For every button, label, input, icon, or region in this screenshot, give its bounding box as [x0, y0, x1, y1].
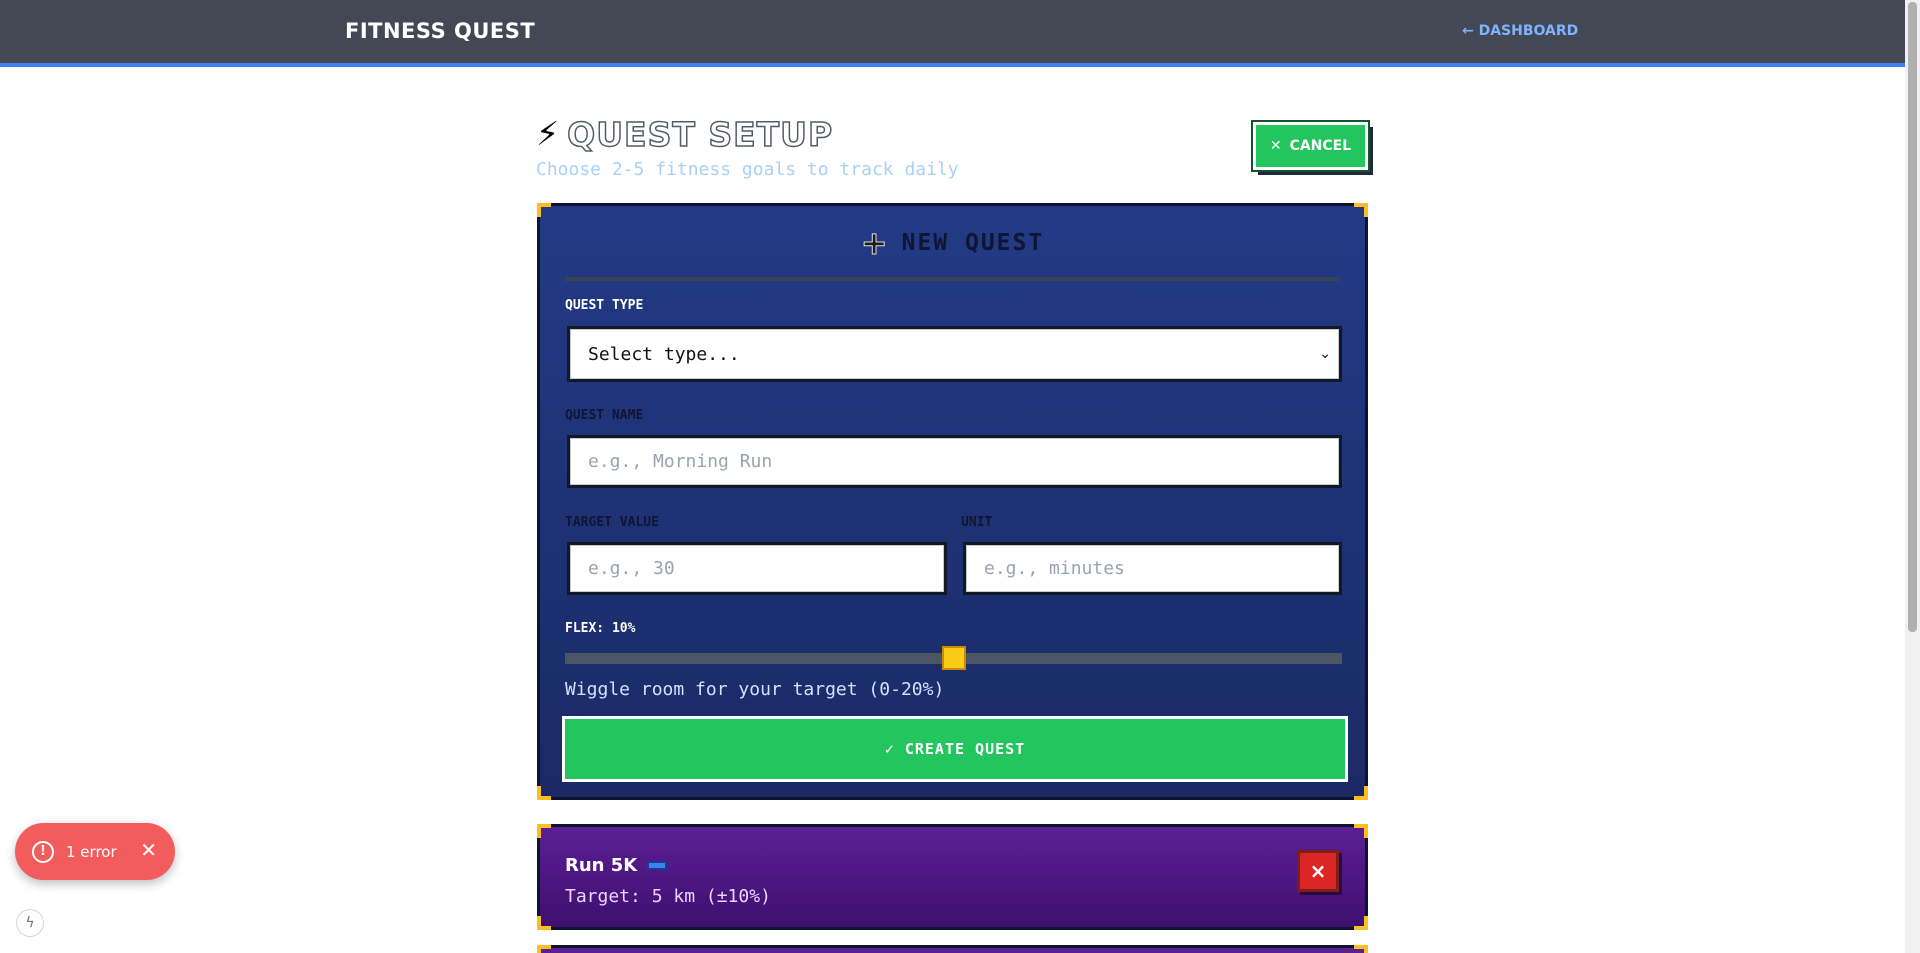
- quest-name-label: QUEST NAME: [565, 408, 644, 423]
- scrollbar-thumb[interactable]: [1908, 2, 1917, 632]
- corner-decoration: [537, 824, 551, 838]
- quest-card: Run 5K Target: 5 km (±10%) ×: [537, 824, 1368, 930]
- target-value-input[interactable]: e.g., 30: [567, 542, 947, 595]
- unit-input[interactable]: e.g., minutes: [963, 542, 1342, 595]
- chevron-down-icon: ⌄: [1319, 346, 1331, 362]
- quest-type-value: Select type...: [588, 343, 740, 365]
- corner-decoration: [537, 203, 551, 217]
- corner-decoration: [1354, 786, 1368, 800]
- top-navbar: FITNESS QUEST ← DASHBOARD: [0, 0, 1905, 67]
- create-quest-button[interactable]: ✓ CREATE QUEST: [562, 716, 1348, 782]
- corner-decoration: [1354, 916, 1368, 930]
- corner-decoration: [537, 945, 551, 953]
- divider: [565, 277, 1340, 281]
- corner-decoration: [1354, 824, 1368, 838]
- flex-label: FLEX: 10%: [565, 621, 636, 636]
- quest-type-badge: [647, 861, 668, 870]
- panel-heading: + NEW QUEST: [540, 224, 1365, 262]
- corner-decoration: [1354, 945, 1368, 953]
- flex-hint: Wiggle room for your target (0-20%): [565, 679, 945, 700]
- quest-name: Run 5K: [565, 855, 668, 876]
- create-quest-label: ✓ CREATE QUEST: [884, 740, 1026, 758]
- delete-quest-button[interactable]: ×: [1297, 850, 1339, 892]
- page-title-text: QUEST SETUP: [566, 114, 834, 155]
- corner-decoration: [1354, 203, 1368, 217]
- error-toast[interactable]: ! 1 error ✕: [15, 823, 175, 880]
- cancel-button-label: CANCEL: [1289, 138, 1352, 154]
- corner-decoration: [537, 786, 551, 800]
- error-icon: !: [32, 840, 54, 863]
- target-value-label: TARGET VALUE: [565, 515, 659, 530]
- devtools-button[interactable]: ϟ: [16, 909, 44, 937]
- scrollbar[interactable]: [1905, 0, 1920, 953]
- quest-type-label: QUEST TYPE: [565, 298, 644, 313]
- page-subtitle: Choose 2-5 fitness goals to track daily: [536, 159, 959, 180]
- close-icon[interactable]: ✕: [140, 838, 157, 862]
- lightning-icon: ϟ: [25, 915, 35, 931]
- cancel-button[interactable]: ✕ CANCEL: [1251, 120, 1370, 172]
- lightning-icon: ⚡: [536, 114, 560, 153]
- unit-label: UNIT: [961, 515, 993, 530]
- quest-name-text: Run 5K: [565, 855, 638, 876]
- flex-slider-thumb[interactable]: [941, 646, 966, 670]
- page-title: ⚡ QUEST SETUP: [536, 114, 834, 155]
- quest-card: [537, 945, 1368, 953]
- quest-type-select[interactable]: Select type... ⌄: [567, 326, 1342, 382]
- new-quest-panel: + NEW QUEST QUEST TYPE Select type... ⌄ …: [537, 203, 1368, 800]
- close-icon: ✕: [1269, 138, 1282, 154]
- error-toast-text: 1 error: [66, 842, 117, 861]
- plus-icon: +: [860, 224, 890, 262]
- unit-placeholder: e.g., minutes: [984, 558, 1125, 579]
- corner-decoration: [537, 916, 551, 930]
- quest-name-placeholder: e.g., Morning Run: [588, 451, 773, 472]
- quest-target: Target: 5 km (±10%): [565, 886, 771, 907]
- quest-name-input[interactable]: e.g., Morning Run: [567, 435, 1342, 488]
- dashboard-link[interactable]: ← DASHBOARD: [1462, 23, 1578, 39]
- panel-heading-text: NEW QUEST: [901, 230, 1045, 256]
- target-value-placeholder: e.g., 30: [588, 558, 675, 579]
- brand-logo[interactable]: FITNESS QUEST: [345, 19, 535, 43]
